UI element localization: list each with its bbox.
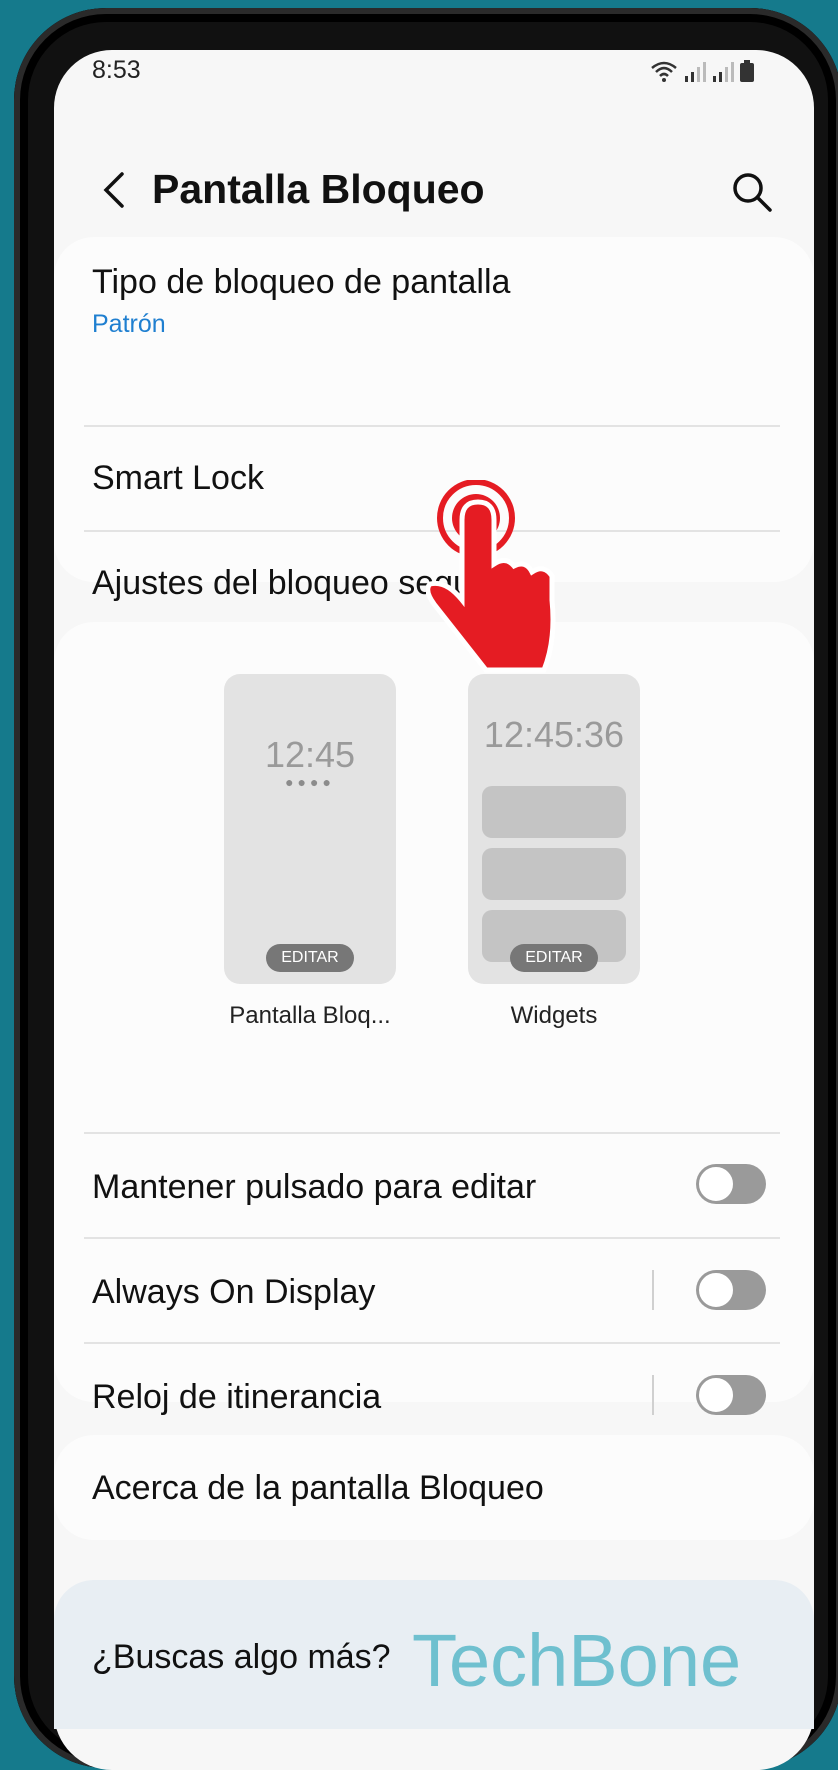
divider <box>84 1342 780 1344</box>
separator <box>652 1270 654 1310</box>
search-button[interactable] <box>726 166 778 218</box>
roaming-clock-toggle[interactable] <box>696 1375 766 1415</box>
status-bar: 8:53 <box>54 50 814 110</box>
widgets-preview[interactable]: 12:45:36 EDITAR <box>468 674 640 984</box>
edit-widgets-button[interactable]: EDITAR <box>510 944 598 972</box>
screen-lock-type-value: Patrón <box>92 310 166 338</box>
status-icons <box>650 60 754 82</box>
divider <box>84 1237 780 1239</box>
battery-icon <box>740 60 754 82</box>
widget-placeholder <box>482 848 626 900</box>
wifi-icon <box>650 60 678 82</box>
widgets-preview-caption: Widgets <box>510 1002 598 1029</box>
about-card: Acerca de la pantalla Bloqueo <box>54 1435 814 1540</box>
chevron-left-icon <box>103 172 124 208</box>
tap-gesture-icon <box>426 480 556 673</box>
lock-preview-time: 12:45 <box>264 734 356 775</box>
app-header: Pantalla Bloqueo <box>54 150 814 230</box>
separator <box>652 1375 654 1415</box>
signal-icon-1 <box>684 62 706 82</box>
toggle-knob <box>697 1376 735 1414</box>
lock-screen-preview[interactable]: 12:45 ●●●● EDITAR <box>224 674 396 984</box>
techbone-watermark: TechBone <box>412 1619 742 1702</box>
signal-icon-2 <box>712 62 734 82</box>
lock-preview-dots: ●●●● <box>285 774 335 790</box>
divider <box>84 425 780 427</box>
always-on-display-toggle[interactable] <box>696 1270 766 1310</box>
back-button[interactable] <box>92 166 140 214</box>
widget-placeholder <box>482 786 626 838</box>
about-lock-screen-item[interactable]: Acerca de la pantalla Bloqueo <box>92 1469 772 1508</box>
edit-lock-screen-button[interactable]: EDITAR <box>266 944 354 972</box>
toggle-knob <box>697 1165 735 1203</box>
toggle-row-label[interactable]: Mantener pulsado para editar <box>92 1168 772 1207</box>
widgets-preview-time: 12:45:36 <box>483 714 625 755</box>
status-time: 8:53 <box>92 56 141 84</box>
toggle-row-label[interactable]: Reloj de itinerancia <box>92 1378 772 1417</box>
hold-to-edit-toggle[interactable] <box>696 1164 766 1204</box>
screen-lock-type-item[interactable]: Tipo de bloqueo de pantalla Patrón <box>92 263 772 339</box>
page-title: Pantalla Bloqueo <box>152 166 485 212</box>
lock-preview-caption: Pantalla Bloq... <box>229 1002 391 1029</box>
lock-screen-card: 12:45 ●●●● EDITAR Pantalla Bloq... 12:45… <box>54 622 814 1416</box>
search-icon <box>733 173 772 212</box>
looking-for-more-label: ¿Buscas algo más? <box>92 1638 391 1676</box>
toggle-knob <box>697 1271 735 1309</box>
screen-lock-type-label: Tipo de bloqueo de pantalla <box>92 263 511 301</box>
toggle-row-label[interactable]: Always On Display <box>92 1273 772 1312</box>
divider <box>84 1132 780 1134</box>
